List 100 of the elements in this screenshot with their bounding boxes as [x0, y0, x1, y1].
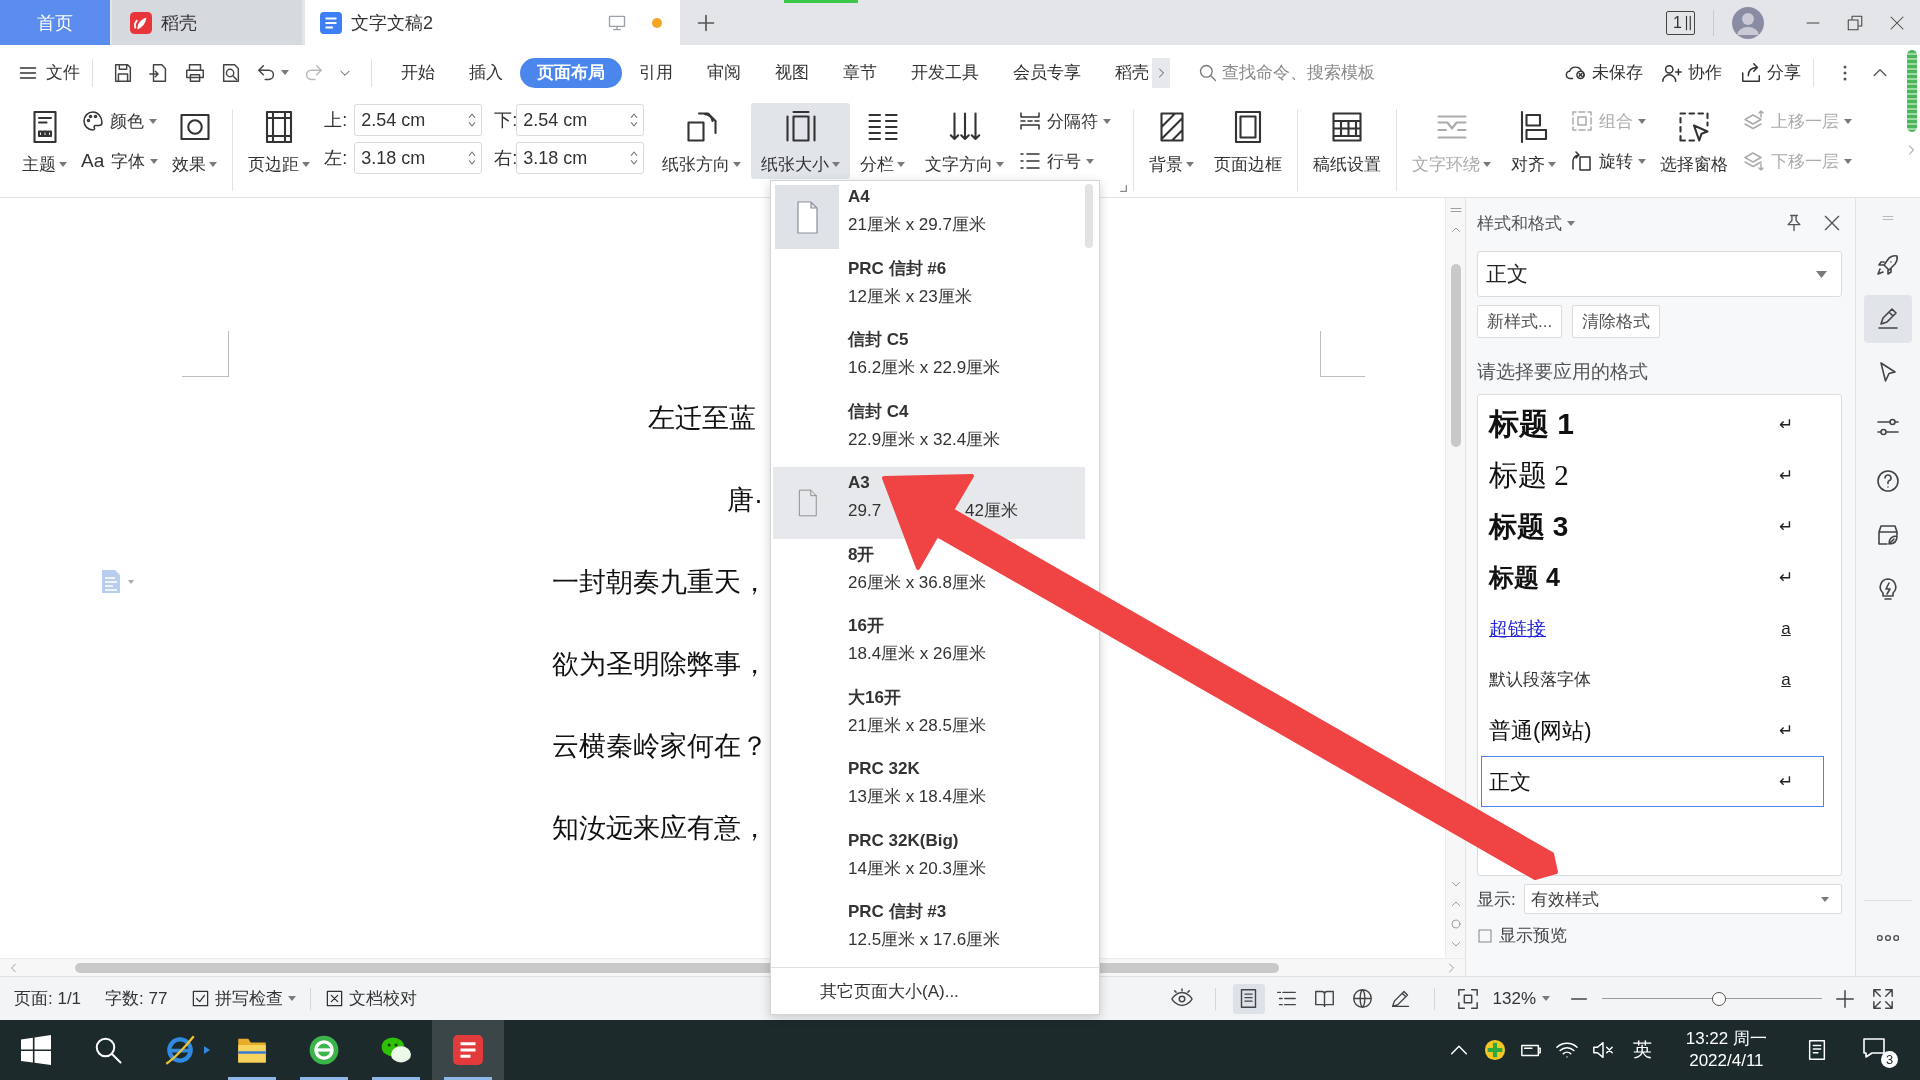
more-icon[interactable] — [1877, 934, 1899, 942]
style-item[interactable]: 标题 4 ↵ — [1481, 552, 1824, 603]
ribbon-tab[interactable]: 稻壳 — [1098, 57, 1166, 88]
ribbon-button[interactable]: 颜色 — [77, 105, 163, 137]
view-mode-button[interactable] — [1232, 983, 1265, 1014]
restore-icon[interactable] — [1846, 13, 1864, 32]
plus-icon[interactable] — [1834, 987, 1856, 1010]
ribbon-button[interactable]: 分隔符 — [1014, 105, 1116, 137]
menu-item[interactable]: 信封 C4 22.9厘米 x 32.4厘米 — [773, 395, 1085, 467]
menu-item[interactable]: 8开 26厘米 x 36.8厘米 — [773, 538, 1085, 610]
dialog-launcher-icon[interactable] — [1119, 184, 1129, 193]
margin-field[interactable]: 2.54 cm — [354, 104, 483, 136]
menu-item[interactable]: 16开 18.4厘米 x 26厘米 — [773, 610, 1085, 682]
show-combo[interactable]: 有效样式 — [1523, 884, 1842, 914]
page-magnifier-icon[interactable] — [220, 61, 242, 84]
ribbon-button[interactable]: 旋转 — [1566, 145, 1651, 177]
ribbon-tab[interactable]: 插入 — [452, 57, 520, 88]
notification-button[interactable]: 3 — [1862, 1032, 1898, 1068]
ribbon-button[interactable]: 页边距 — [238, 103, 321, 179]
style-item[interactable]: 标题 1 ↵ — [1481, 399, 1824, 450]
search-field[interactable]: 查找命令、搜索模板 — [1198, 56, 1402, 89]
style-item[interactable]: 普通(网站) ↵ — [1481, 705, 1824, 756]
volume-muted-icon[interactable] — [1591, 1039, 1614, 1061]
input-method-indicator[interactable]: 英 — [1632, 1037, 1652, 1063]
storefront-icon — [1876, 523, 1900, 547]
panel-button[interactable]: 清除格式 — [1572, 305, 1661, 338]
side-tool-button[interactable] — [1864, 295, 1912, 343]
ribbon-button[interactable]: 稿纸设置 — [1303, 103, 1392, 179]
avatar-icon[interactable] — [1732, 6, 1764, 39]
ribbon-tab[interactable]: 视图 — [758, 57, 826, 88]
ribbon-tab[interactable]: 开始 — [384, 57, 452, 88]
spell-check-button[interactable]: 拼写检查 — [191, 983, 297, 1014]
notes-icon[interactable] — [1806, 1039, 1828, 1061]
ribbon-button[interactable]: 对齐 — [1501, 103, 1567, 179]
scrollbar-thumb[interactable] — [1907, 50, 1917, 132]
zoom-dropdown[interactable]: 132% — [1492, 988, 1550, 1009]
toolbar-button[interactable]: 协作 — [1661, 55, 1722, 90]
ribbon-tab[interactable]: 审阅 — [690, 57, 758, 88]
proofread-button[interactable]: 文档校对 — [325, 983, 418, 1014]
style-item[interactable]: 标题 2 ↵ — [1481, 450, 1824, 501]
spinner-icon[interactable] — [630, 111, 639, 129]
file-menu-button[interactable]: 文件 — [18, 55, 80, 90]
fit-page-icon[interactable] — [1456, 987, 1479, 1010]
toolbar-button[interactable]: 未保存 — [1565, 55, 1643, 90]
close-icon[interactable] — [1822, 213, 1842, 233]
ribbon-tab[interactable]: 开发工具 — [894, 57, 996, 88]
save-icon[interactable] — [112, 61, 134, 84]
ribbon-button[interactable]: 纸张方向 — [652, 103, 752, 179]
window-tab[interactable]: 文字文稿2 — [305, 0, 680, 45]
toolbar-button[interactable]: 分享 — [1740, 55, 1801, 90]
margin-field[interactable]: 3.18 cm — [516, 142, 645, 174]
printer-icon[interactable] — [184, 61, 206, 84]
ribbon-button[interactable]: 效果 — [162, 103, 228, 179]
ribbon-button[interactable]: 分栏 — [850, 103, 916, 179]
menu-item[interactable]: A4 21厘米 x 29.7厘米 — [773, 181, 1085, 253]
caret-icon[interactable] — [281, 70, 289, 75]
ribbon-button[interactable]: 纸张大小 — [751, 103, 851, 179]
menu-item[interactable]: PRC 信封 #3 12.5厘米 x 17.6厘米 — [773, 896, 1085, 968]
ribbon-button[interactable]: 行号 — [1014, 145, 1116, 177]
plus-icon[interactable] — [696, 12, 716, 33]
ribbon-tab[interactable]: 章节 — [826, 57, 894, 88]
clock[interactable]: 13:22 周一 2022/4/11 — [1685, 1028, 1767, 1072]
ribbon-button[interactable]: 页面边框 — [1204, 103, 1293, 179]
ribbon-button[interactable]: 选择窗格 — [1650, 103, 1739, 179]
scrollbar-thumb[interactable] — [1085, 184, 1093, 248]
checkbox[interactable] — [1477, 927, 1493, 944]
menu-item[interactable]: 大16开 21厘米 x 28.5厘米 — [773, 681, 1085, 753]
ribbon-button[interactable]: 文字方向 — [915, 103, 1015, 179]
menu-item[interactable]: 信封 C5 16.2厘米 x 22.9厘米 — [773, 324, 1085, 396]
ribbon-button[interactable]: Aa 字体 — [77, 145, 163, 177]
slider-thumb[interactable] — [1711, 991, 1726, 1006]
spinner-icon[interactable] — [630, 149, 639, 167]
style-item[interactable]: 正文 ↵ — [1481, 756, 1824, 807]
window-count-button[interactable]: 1 — [1666, 10, 1695, 35]
menu-item[interactable]: PRC 32K 13厘米 x 18.4厘米 — [773, 753, 1085, 825]
more-tabs-button[interactable] — [1152, 57, 1170, 88]
panel-title-button[interactable]: 样式和格式 — [1477, 211, 1575, 235]
menu-item[interactable]: 其它页面大小(A)... — [771, 967, 1099, 1014]
style-item[interactable]: 标题 3 ↵ — [1481, 501, 1824, 552]
style-item[interactable]: 默认段落字体 a — [1481, 654, 1824, 705]
style-type-mark: ↵ — [1779, 567, 1793, 588]
panel-button[interactable]: 新样式... — [1477, 305, 1563, 338]
ribbon-button[interactable]: 主题 — [12, 103, 77, 179]
ribbon-tab[interactable]: 引用 — [622, 57, 690, 88]
ribbon-tab[interactable]: 会员专享 — [996, 57, 1098, 88]
margin-field[interactable]: 3.18 cm — [354, 142, 483, 174]
plus-circle-icon[interactable] — [1483, 1039, 1506, 1061]
spinner-icon[interactable] — [468, 149, 477, 167]
menu-item[interactable]: PRC 信封 #6 12厘米 x 23厘米 — [773, 252, 1085, 324]
taskbar-app-button[interactable] — [432, 1020, 504, 1080]
style-combo[interactable]: 正文 — [1477, 251, 1842, 297]
ribbon-tab[interactable]: 页面布局 — [520, 57, 622, 88]
style-item[interactable]: 超链接 a — [1481, 603, 1824, 654]
spinner-icon[interactable] — [468, 111, 477, 129]
margin-field[interactable]: 2.54 cm — [516, 104, 645, 136]
menu-item[interactable]: PRC 32K(Big) 14厘米 x 20.3厘米 — [773, 824, 1085, 896]
ribbon-button[interactable]: 背景 — [1139, 103, 1205, 179]
window-tab[interactable]: 稻壳 — [112, 0, 302, 45]
scrollbar-thumb[interactable] — [1450, 264, 1461, 447]
fullscreen-icon[interactable] — [1872, 987, 1894, 1010]
